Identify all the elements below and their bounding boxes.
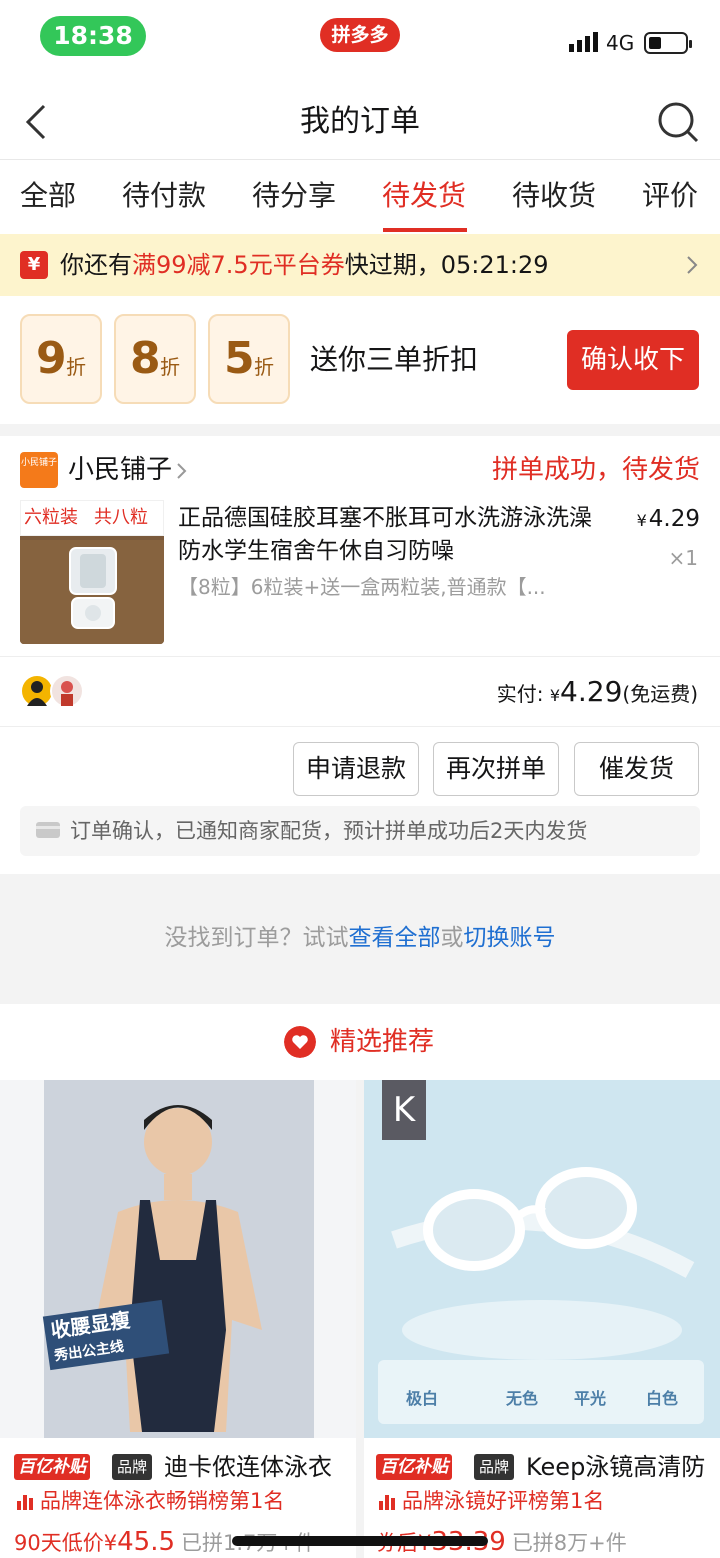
urge-shipment-button[interactable]: 催发货 (574, 742, 699, 796)
price-value: 45.5 (117, 1527, 175, 1557)
product-title[interactable]: 正品德国硅胶耳塞不胀耳可水洗游泳洗澡防水学生宿舍午休自习防噪 (178, 502, 608, 568)
discount-value: 8 (130, 333, 161, 384)
price-prefix: 90天低价 (14, 1531, 104, 1555)
swimsuit-model-image (0, 1080, 356, 1438)
accept-discount-button[interactable]: 确认收下 (567, 330, 699, 390)
order-tabs (0, 160, 720, 234)
product-quantity: ×1 (668, 546, 698, 570)
coupon-text: 你还有满99减7.5元平台券快过期，05:21:29 (60, 246, 549, 284)
discount-card: 9折 (20, 314, 102, 404)
currency-symbol: ¥ (636, 511, 647, 530)
shop-name[interactable]: 小民铺子 (68, 450, 172, 490)
tab-all[interactable]: 全部 (20, 174, 76, 218)
rank-chart-icon (17, 1495, 33, 1510)
avatar (50, 674, 84, 708)
sold-count: 已拼8万+件 (511, 1531, 627, 1555)
coupon-suffix: 快过期， (344, 251, 441, 279)
divider (0, 656, 720, 657)
subsidy-badge: 百亿补贴 (14, 1454, 90, 1480)
truck-icon (36, 822, 60, 838)
rank-chart-icon (379, 1495, 395, 1510)
reorder-button[interactable]: 再次拼单 (433, 742, 559, 796)
app-name-badge: 拼多多 (320, 18, 400, 52)
active-tab-indicator (383, 228, 467, 232)
tab-pending-shipment[interactable]: 待发货 (382, 174, 466, 218)
avatar-figure-icon (61, 681, 73, 706)
tab-pending-receipt[interactable]: 待收货 (512, 174, 596, 218)
shop-logo-text: 小民铺子 (20, 458, 57, 468)
paid-amount: 实付: ¥4.29(免运费) (497, 672, 698, 716)
coupon-prefix: 你还有 (60, 251, 132, 279)
shipping-note: (免运费) (622, 682, 698, 706)
brand-badge: 品牌 (112, 1454, 153, 1480)
price-value: 4.29 (648, 506, 700, 532)
discount-label: 送你三单折扣 (310, 343, 479, 376)
param-label: 平光 (574, 1389, 607, 1408)
battery-icon (644, 32, 692, 54)
rank-text: 品牌连体泳衣畅销榜第1名 (40, 1489, 285, 1513)
rank-text: 品牌泳镜好评榜第1名 (402, 1489, 605, 1513)
discount-unit: 折 (160, 355, 180, 379)
tab-pending-payment[interactable]: 待付款 (122, 174, 206, 218)
currency-symbol: ¥ (103, 1531, 118, 1555)
product-price: ¥4.29 (637, 504, 700, 536)
thumbnail-tag: 共八粒 (94, 507, 148, 528)
refund-button[interactable]: 申请退款 (293, 742, 419, 796)
view-all-link[interactable]: 查看全部 (349, 925, 441, 951)
notice-text: 订单确认，已通知商家配货，预计拼单成功后2天内发货 (70, 819, 588, 843)
paid-value: 4.29 (560, 675, 623, 708)
discount-unit: 折 (66, 355, 86, 379)
param-label: 极白 (406, 1389, 439, 1408)
status-time: 18:38 (40, 16, 146, 56)
not-found-mid: 或 (440, 925, 464, 951)
discount-card: 8折 (114, 314, 196, 404)
not-found-prefix: 没找到订单？试试 (164, 925, 349, 951)
param-label: 白色 (646, 1389, 679, 1408)
chevron-right-icon (177, 463, 187, 479)
avatar (20, 674, 54, 708)
brand-logo: K (382, 1080, 426, 1140)
coupon-icon: ¥ (20, 251, 48, 279)
currency-symbol: ¥ (549, 686, 561, 705)
brand-badge: 品牌 (474, 1454, 515, 1480)
discount-unit: 折 (254, 355, 274, 379)
shop-logo[interactable]: 小民铺子 (20, 452, 58, 488)
coupon-countdown: 05:21:29 (440, 251, 549, 279)
heart-icon (284, 1026, 316, 1058)
divider (0, 726, 720, 727)
discount-value: 9 (36, 333, 67, 384)
product-card-title: 迪卡侬连体泳衣 (164, 1453, 332, 1481)
home-indicator[interactable] (232, 1536, 488, 1546)
tab-review[interactable]: 评价 (642, 174, 698, 218)
page-title: 我的订单 (300, 104, 420, 139)
product-spec: 【8粒】6粒装+送一盒两粒装,普通款【... (178, 575, 546, 599)
coupon-highlight: 满99减7.5元平台券 (132, 251, 345, 279)
not-found-hint: 没找到订单？试试查看全部或切换账号 (0, 898, 720, 978)
order-status: 拼单成功，待发货 (491, 455, 700, 485)
product-card-title: Keep泳镜高清防 (526, 1453, 706, 1481)
paid-label: 实付: (496, 682, 544, 706)
signal-icon (569, 32, 598, 52)
recommend-title: 精选推荐 (330, 1027, 435, 1057)
tab-pending-share[interactable]: 待分享 (252, 174, 336, 218)
subsidy-badge: 百亿补贴 (376, 1454, 452, 1480)
thumbnail-tag: 六粒装 (24, 507, 78, 528)
network-type: 4G (606, 31, 635, 55)
switch-account-link[interactable]: 切换账号 (464, 925, 556, 951)
param-label: 无色 (506, 1389, 539, 1408)
discount-card: 5折 (208, 314, 290, 404)
discount-value: 5 (224, 333, 255, 384)
chevron-right-icon (687, 256, 698, 274)
product-image[interactable] (0, 1080, 356, 1438)
avatar-silhouette-icon (27, 681, 47, 706)
search-icon[interactable] (656, 100, 700, 144)
